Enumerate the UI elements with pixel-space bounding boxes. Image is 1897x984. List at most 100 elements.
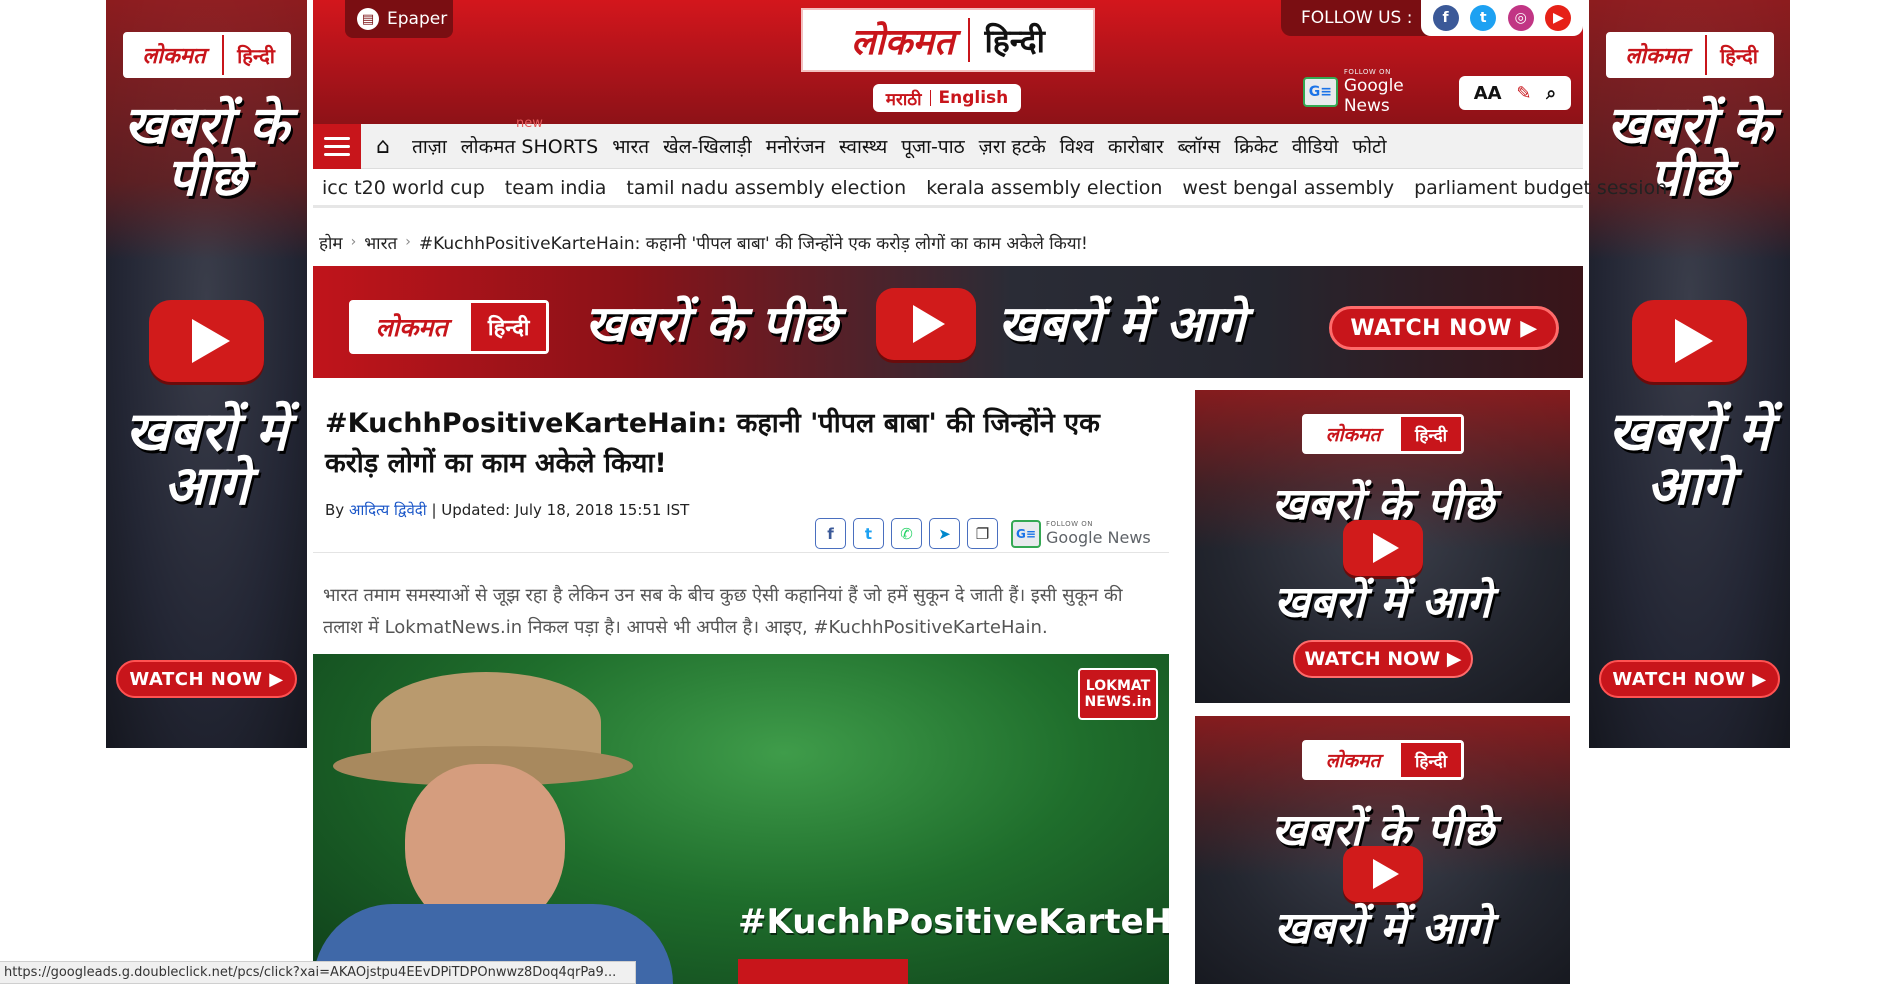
facebook-share-icon[interactable]: f [815, 518, 846, 549]
ad-subline: खबरों में आगे [1273, 903, 1492, 954]
author-link[interactable]: आदित्य द्विवेदी [349, 501, 427, 519]
ad-subline: खबरों में आगे [1273, 577, 1492, 628]
copy-link-icon[interactable]: ❐ [967, 518, 998, 549]
nav-item[interactable]: मनोरंजन [759, 133, 832, 159]
banner-text-b: खबरों में आगे [998, 295, 1245, 353]
brand-main: लोकमत [851, 20, 955, 63]
ad-logo-main: लोकमत [1609, 35, 1705, 75]
ad-logo-hindi: हिन्दी [1401, 743, 1461, 777]
epaper-label: Epaper [387, 9, 448, 29]
ad-logo: लोकमत हिन्दी [123, 32, 291, 78]
breadcrumb-current: #KuchhPositiveKarteHain: कहानी 'पीपल बाब… [418, 233, 1088, 254]
byline-by: By [325, 501, 345, 519]
ad-logo: लोकमत हिन्दी [1302, 740, 1464, 780]
nav-item[interactable]: भारत [605, 133, 656, 159]
nav-item-shorts[interactable]: new लोकमत SHORTS [454, 116, 605, 159]
banner-logo-main: लोकमत [375, 313, 448, 342]
byline: By आदित्य द्विवेदी | Updated: July 18, 2… [325, 500, 689, 520]
nav-item[interactable]: विश्व [1053, 133, 1101, 159]
nav-item[interactable]: फोटो [1345, 133, 1393, 159]
ad-subline: खबरों में आगे [125, 400, 288, 517]
lang-marathi-link[interactable]: मराठी [886, 87, 922, 110]
left-side-ad[interactable]: लोकमत हिन्दी खबरों के पीछे खबरों में आगे… [106, 0, 307, 748]
sidebar-ad[interactable]: लोकमत हिन्दी खबरों के पीछे खबरों में आगे… [1195, 390, 1570, 703]
right-side-ad[interactable]: लोकमत हिन्दी खबरों के पीछे खबरों में आगे… [1589, 0, 1790, 748]
newspaper-icon: ▤ [357, 8, 379, 30]
youtube-icon[interactable]: ▶ [1545, 5, 1572, 31]
breadcrumb-section[interactable]: भारत [364, 231, 397, 254]
google-news-icon: G≡ [1303, 77, 1338, 107]
trending-tag[interactable]: icc t20 world cup [322, 177, 505, 199]
chevron-right-icon: › [350, 234, 357, 250]
trending-tag[interactable]: tamil nadu assembly election [626, 177, 926, 199]
google-news-follow[interactable]: G≡ FOLLOW ON Google News [1011, 519, 1151, 548]
play-icon [1632, 300, 1747, 382]
nav-item[interactable]: ताज़ा [405, 133, 454, 159]
nav-item[interactable]: कारोबार [1101, 133, 1171, 159]
site-header: ▤ Epaper लोकमत हिन्दी मराठी English FOLL… [313, 0, 1583, 124]
telegram-share-icon[interactable]: ➤ [929, 518, 960, 549]
trending-tag[interactable]: team india [505, 177, 627, 199]
ad-logo-hindi: हिन्दी [1401, 417, 1461, 451]
ad-logo-hindi: हिन्दी [1705, 35, 1771, 75]
gnews-small: FOLLOW ON [1046, 520, 1093, 528]
nav-item-label: लोकमत SHORTS [460, 136, 599, 158]
watch-now-button[interactable]: WATCH NOW ▶ [116, 660, 297, 698]
lang-english-link[interactable]: English [939, 88, 1009, 108]
nav-items: ताज़ा new लोकमत SHORTS भारत खेल-खिलाड़ी म… [405, 116, 1394, 159]
instagram-icon[interactable]: ◎ [1507, 5, 1534, 31]
watch-now-button[interactable]: WATCH NOW ▶ [1329, 306, 1559, 350]
new-badge: new [516, 116, 543, 131]
social-icons: f t ◎ ▶ [1421, 0, 1583, 36]
ad-logo-main: लोकमत [126, 35, 222, 75]
twitter-icon[interactable]: t [1470, 5, 1497, 31]
trending-tag[interactable]: parliament budget session [1414, 177, 1687, 199]
font-size-icon[interactable]: AA [1474, 83, 1502, 104]
nav-item[interactable]: ब्लॉग्स [1171, 133, 1228, 159]
article-card: #KuchhPositiveKarteHain: कहानी 'पीपल बाब… [313, 390, 1169, 654]
site-logo[interactable]: लोकमत हिन्दी [801, 8, 1095, 72]
share-bar: f t ✆ ➤ ❐ G≡ FOLLOW ON Google News [815, 518, 1151, 549]
play-icon [149, 300, 264, 382]
header-tools: AA ✎ ⌕ [1459, 76, 1571, 110]
watch-now-button[interactable]: WATCH NOW ▶ [1293, 640, 1473, 678]
sidebar-ad[interactable]: लोकमत हिन्दी खबरों के पीछे खबरों में आगे [1195, 716, 1570, 984]
article-hero-image[interactable]: LOKMAT NEWS.in #KuchhPositiveKarteHain [313, 654, 1169, 984]
trending-tag[interactable]: west bengal assembly [1182, 177, 1414, 199]
play-icon [1343, 520, 1423, 576]
whatsapp-share-icon[interactable]: ✆ [891, 518, 922, 549]
ad-logo-hindi: हिन्दी [222, 35, 288, 75]
nav-item[interactable]: पूजा-पाठ [894, 133, 971, 159]
nav-item[interactable]: स्वास्थ्य [832, 133, 894, 159]
epaper-button[interactable]: ▤ Epaper [345, 0, 453, 38]
banner-logo-hindi: हिन्दी [471, 303, 546, 351]
nav-item[interactable]: क्रिकेट [1227, 133, 1285, 159]
banner-ad[interactable]: लोकमत हिन्दी खबरों के पीछे खबरों में आगे… [313, 266, 1583, 378]
nav-item[interactable]: ज़रा हटके [972, 133, 1053, 159]
lang-divider [929, 90, 931, 106]
search-icon[interactable]: ⌕ [1546, 83, 1556, 104]
trending-tag[interactable]: kerala assembly election [926, 177, 1182, 199]
ad-headline: खबरों के पीछे [123, 96, 289, 208]
watch-now-button[interactable]: WATCH NOW ▶ [1599, 660, 1780, 698]
google-news-link[interactable]: G≡ FOLLOW ON Google News [1303, 68, 1451, 116]
twitter-share-icon[interactable]: t [853, 518, 884, 549]
lokmat-news-badge: LOKMAT NEWS.in [1078, 668, 1158, 720]
ad-logo-main: लोकमत [1325, 424, 1381, 446]
badge-line2: NEWS.in [1084, 694, 1152, 710]
breadcrumb-home[interactable]: होम [319, 231, 343, 254]
theme-brush-icon[interactable]: ✎ [1516, 83, 1531, 104]
gnews-label: Google News [1046, 528, 1151, 547]
ad-logo: लोकमत हिन्दी [1606, 32, 1774, 78]
hamburger-menu-icon[interactable] [313, 123, 361, 169]
facebook-icon[interactable]: f [1432, 5, 1459, 31]
nav-item[interactable]: वीडियो [1285, 133, 1346, 159]
home-icon[interactable]: ⌂ [361, 134, 405, 159]
hero-hashtag: #KuchhPositiveKarteHain [738, 902, 1169, 942]
breadcrumb: होम › भारत › #KuchhPositiveKarteHain: कह… [319, 230, 1088, 254]
link-status-bar: https://googleads.g.doubleclick.net/pcs/… [0, 961, 636, 984]
brand-divider [968, 18, 971, 62]
follow-us-box: FOLLOW US : f t ◎ ▶ [1281, 0, 1583, 36]
play-icon [876, 288, 976, 360]
nav-item[interactable]: खेल-खिलाड़ी [656, 133, 759, 159]
